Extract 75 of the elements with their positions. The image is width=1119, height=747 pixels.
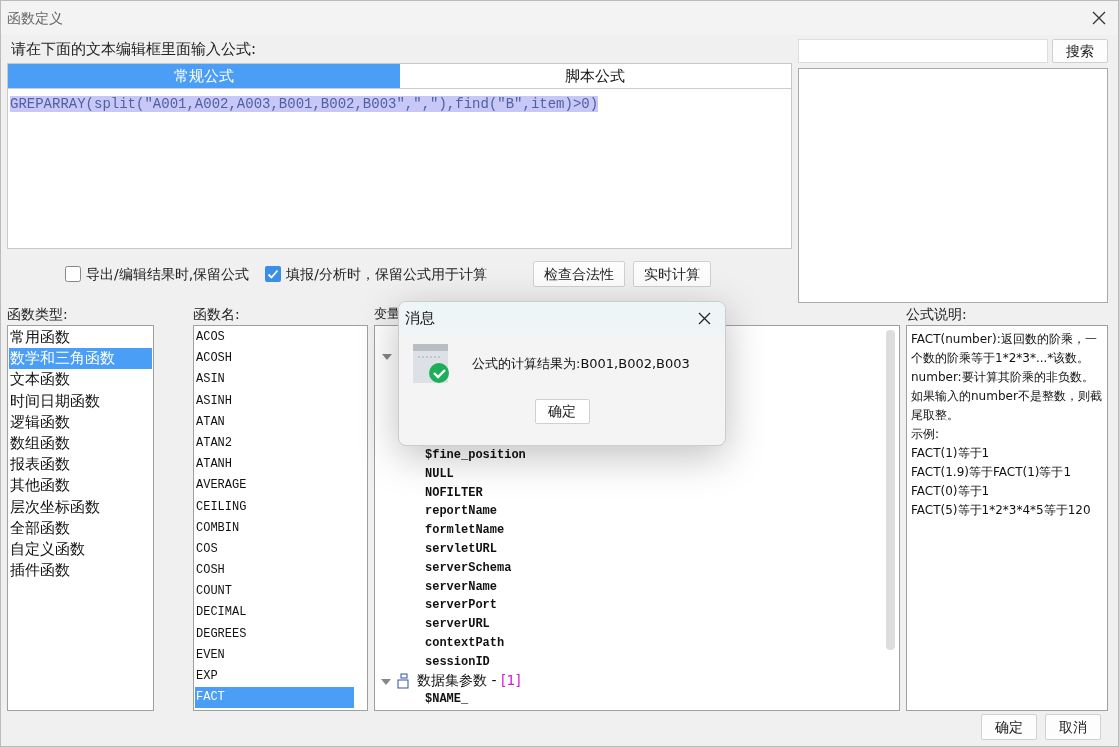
search-field[interactable] <box>798 39 1048 63</box>
search-button[interactable]: 搜索 <box>1052 39 1108 63</box>
list-item[interactable]: COUNT <box>195 581 354 603</box>
description-text: number:要计算其阶乘的非负数。如果输入的number不是整数，则截尾取整。 <box>911 369 1103 424</box>
tree-group-label[interactable]: 数据集参数 - [1] <box>417 670 521 692</box>
list-item[interactable]: COS <box>195 538 354 561</box>
tree-item[interactable]: contextPath <box>381 633 899 653</box>
list-label: 变量 <box>374 305 400 323</box>
checkbox[interactable] <box>65 266 81 282</box>
dialog-message: 公式的计算结果为:B001,B002,B003 <box>472 355 690 374</box>
list-item[interactable]: ACOS <box>195 327 354 349</box>
tree-item[interactable]: servletURL <box>381 540 899 559</box>
list-item[interactable]: EVEN <box>195 644 354 666</box>
list-item[interactable]: ATAN <box>195 411 354 433</box>
list-label: 公式说明: <box>906 305 968 324</box>
list-item[interactable]: DEGREES <box>195 623 354 645</box>
footer-button[interactable]: 确定 <box>981 714 1037 740</box>
tree-item[interactable]: sessionID <box>381 652 899 672</box>
tree-item[interactable]: NULL <box>381 464 899 484</box>
list-item[interactable]: 报表函数 <box>9 454 152 476</box>
list-item[interactable]: CEILING <box>195 496 354 518</box>
option-label: 填报/分析时，保留公式用于计算 <box>286 264 487 284</box>
tree-item[interactable]: serverSchema <box>381 558 899 578</box>
scrollbar-thumb[interactable] <box>886 330 895 650</box>
list-item[interactable]: 插件函数 <box>9 560 152 582</box>
list-item[interactable]: 文本函数 <box>9 369 152 391</box>
action-button[interactable]: 实时计算 <box>632 261 711 287</box>
tree-item[interactable]: NOFILTER <box>381 483 899 503</box>
list-item[interactable]: DECIMAL <box>195 602 354 624</box>
tree-item[interactable]: $fine_position <box>381 446 899 465</box>
list-item[interactable]: 层次坐标函数 <box>9 496 152 518</box>
action-button[interactable]: 检查合法性 <box>532 261 625 287</box>
tree-item[interactable]: serverName <box>381 577 899 597</box>
dialog-ok-button[interactable]: 确定 <box>534 399 590 424</box>
description-text: FACT(5)等于1*2*3*4*5等于120 <box>911 502 1092 519</box>
list-item[interactable]: AVERAGE <box>195 475 354 497</box>
list-label: 函数名: <box>193 305 241 324</box>
window-title: 函数定义 <box>7 8 63 28</box>
list-item[interactable]: 其他函数 <box>9 475 152 497</box>
list-item[interactable]: ACOSH <box>195 348 354 370</box>
list-item[interactable]: 常用函数 <box>9 327 152 349</box>
dialog-title: 消息 <box>405 308 435 330</box>
tree-item[interactable]: reportName <box>381 502 899 522</box>
expand-icon[interactable] <box>382 354 392 360</box>
list-item[interactable]: 时间日期函数 <box>9 390 152 412</box>
footer-button[interactable]: 取消 <box>1045 714 1101 740</box>
tree-item[interactable]: formletName <box>381 521 899 540</box>
formula-text: GREPARRAY(split("A001,A002,A003,B001,B002,B003",","),find("B",item)>0) <box>10 96 599 112</box>
list-item[interactable]: ATANH <box>195 454 354 476</box>
description-text: FACT(1)等于1 <box>911 445 991 462</box>
description-text: FACT(0)等于1 <box>911 483 991 500</box>
formula-editor[interactable]: GREPARRAY(split("A001,A002,A003,B001,B002,B003",","),find("B",item)>0) <box>8 88 791 248</box>
success-icon <box>412 343 452 385</box>
list-item[interactable]: 全部函数 <box>9 517 152 539</box>
list-item[interactable]: COMBIN <box>195 517 354 539</box>
list-item[interactable]: ASINH <box>195 390 354 412</box>
close-icon[interactable] <box>698 312 711 325</box>
list-label: 函数类型: <box>7 305 69 324</box>
list-item[interactable]: ASIN <box>195 369 354 391</box>
description-text: 示例: <box>911 426 941 443</box>
prompt-label: 请在下面的文本编辑框里面输入公式: <box>10 39 258 60</box>
description-text: FACT(number):返回数的阶乘，一个数的阶乘等于1*2*3*...*该数。 <box>911 331 1098 367</box>
list-item[interactable]: COSH <box>195 560 354 582</box>
list-item[interactable]: EXP <box>195 666 354 688</box>
tree-item[interactable]: $NAME_ <box>381 689 899 709</box>
list-item[interactable]: 自定义函数 <box>9 538 152 561</box>
list-item[interactable]: ATAN2 <box>195 432 354 455</box>
tree-item[interactable]: serverPort <box>381 596 899 616</box>
tree-item[interactable]: serverURL <box>381 615 899 634</box>
list-item[interactable]: 数组函数 <box>9 432 152 455</box>
description-text: FACT(1.9)等于FACT(1)等于1 <box>911 464 1073 481</box>
close-icon[interactable] <box>1092 11 1106 25</box>
list-item[interactable]: 逻辑函数 <box>9 411 152 433</box>
checkbox[interactable] <box>265 266 282 282</box>
option-label: 导出/编辑结果时,保留公式 <box>86 264 250 284</box>
